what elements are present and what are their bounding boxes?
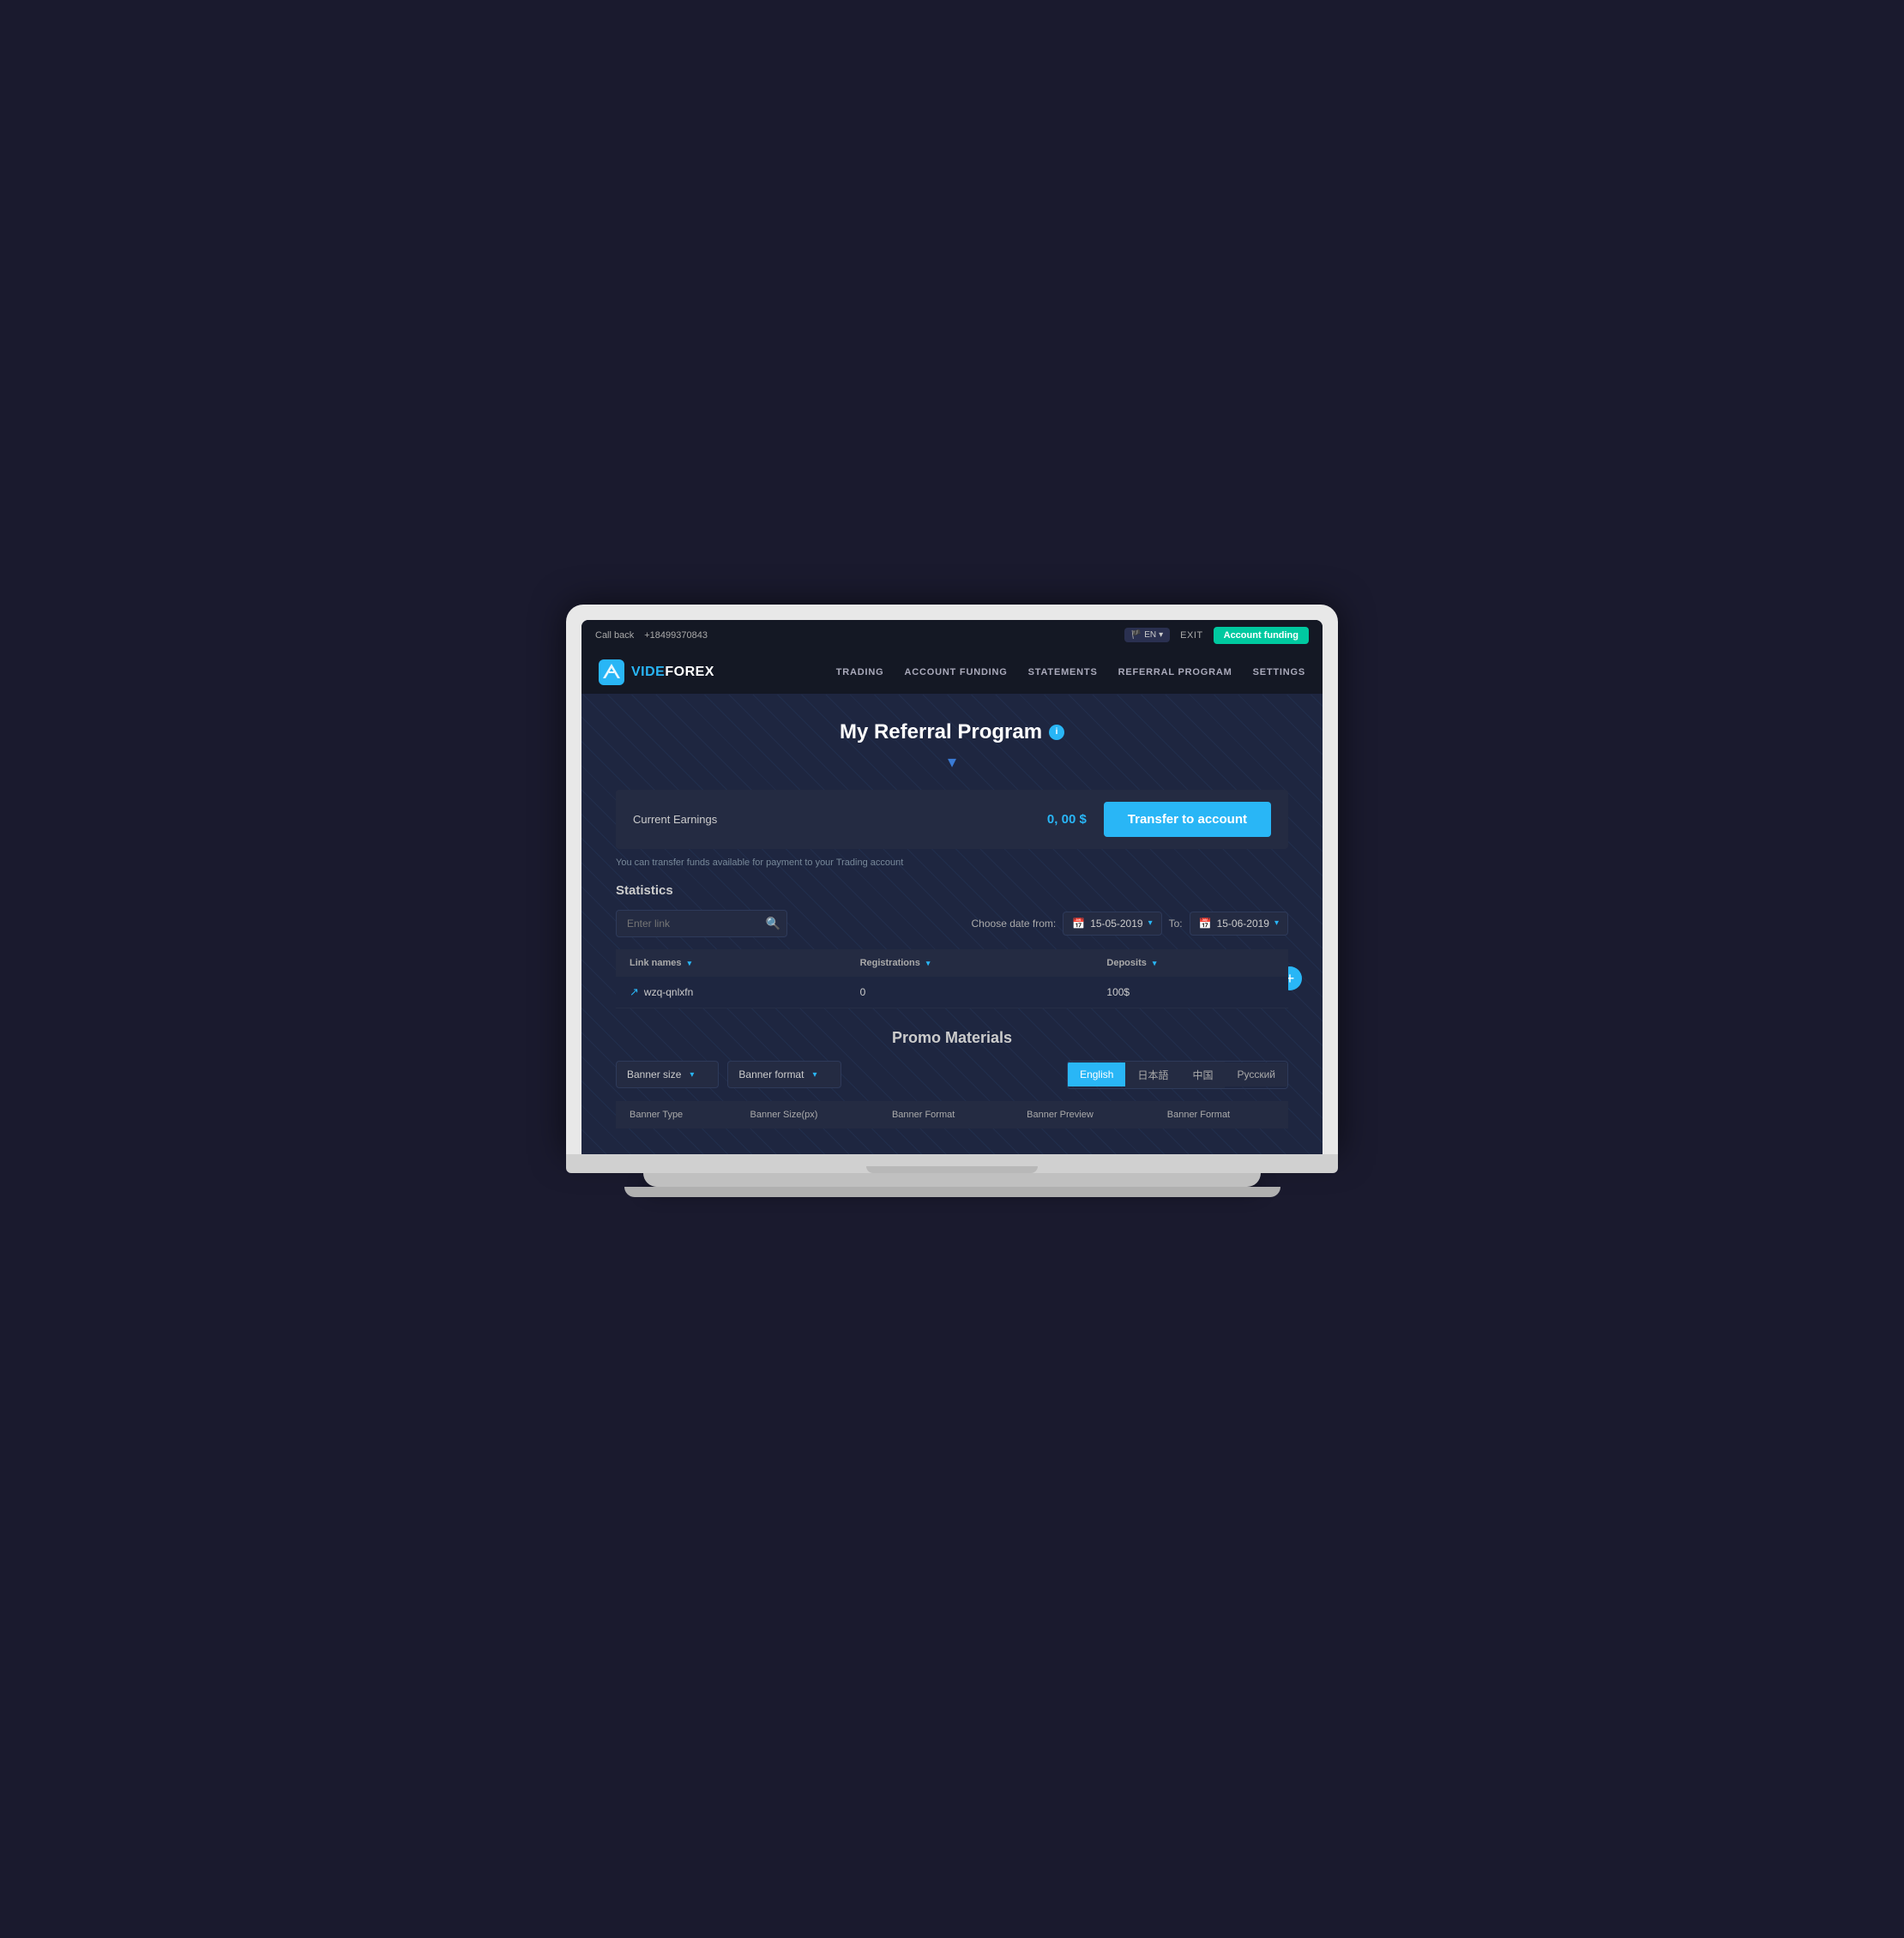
laptop-wrapper: Call back +18499370843 🏴 EN ▾ EXIT Accou…: [566, 605, 1338, 1197]
stats-table: Link names ▾ Registrations ▾ Deposits ▾: [616, 949, 1288, 1008]
cell-deposits: 100$: [1093, 977, 1288, 1008]
filters-row: 🔍 Choose date from: 📅 15-05-2019 ▾ To:: [616, 910, 1288, 937]
cell-link: ↗ wzq-qnlxfn: [616, 977, 847, 1008]
date-from-arrow-icon: ▾: [1148, 918, 1153, 928]
account-funding-button[interactable]: Account funding: [1214, 627, 1309, 644]
page-title-text: My Referral Program: [840, 720, 1042, 744]
page-title-area: My Referral Program i ▾: [616, 720, 1288, 773]
nav-bar: VIDEFOREX TRADING ACCOUNT FUNDING STATEM…: [581, 651, 1323, 695]
date-filters: Choose date from: 📅 15-05-2019 ▾ To: 📅 1…: [972, 912, 1288, 936]
phone-number: +18499370843: [644, 630, 708, 641]
calendar-to-icon: 📅: [1199, 918, 1212, 930]
col-deposits[interactable]: Deposits ▾: [1093, 949, 1288, 977]
col-link-names[interactable]: Link names ▾: [616, 949, 847, 977]
exit-button[interactable]: EXIT: [1180, 630, 1202, 641]
top-bar-left: Call back +18499370843: [595, 630, 708, 641]
sort-arrow-dep: ▾: [1153, 959, 1157, 967]
banner-header-row: Banner Type Banner Size(px) Banner Forma…: [616, 1101, 1288, 1128]
nav-links: TRADING ACCOUNT FUNDING STATEMENTS REFER…: [836, 667, 1305, 677]
link-cell: ↗ wzq-qnlxfn: [630, 985, 833, 999]
banner-format-label: Banner format: [738, 1068, 804, 1080]
search-icon-button[interactable]: 🔍: [766, 916, 780, 930]
nav-settings[interactable]: SETTINGS: [1253, 667, 1305, 677]
page-content: My Referral Program i ▾ Current Earnings…: [581, 695, 1323, 1154]
top-bar-right: 🏴 EN ▾ EXIT Account funding: [1124, 627, 1309, 644]
date-from-label: Choose date from:: [972, 918, 1057, 930]
search-wrap: 🔍: [616, 910, 787, 937]
earnings-value: 0, 00 $: [1047, 812, 1087, 827]
lang-label: EN: [1144, 630, 1156, 640]
lang-tab-english[interactable]: English: [1068, 1062, 1125, 1086]
date-from-value: 15-05-2019: [1090, 918, 1142, 930]
statistics-title: Statistics: [616, 883, 1288, 898]
stats-table-head: Link names ▾ Registrations ▾ Deposits ▾: [616, 949, 1288, 977]
banner-format-arrow-icon: ▾: [812, 1070, 816, 1080]
lang-tab-chinese[interactable]: 中国: [1180, 1062, 1225, 1088]
language-button[interactable]: 🏴 EN ▾: [1124, 628, 1170, 642]
promo-title: Promo Materials: [616, 1029, 1288, 1047]
lang-flag-icon: 🏴: [1131, 630, 1142, 640]
laptop-screen: Call back +18499370843 🏴 EN ▾ EXIT Accou…: [581, 620, 1323, 1154]
date-to-label: To:: [1169, 918, 1183, 930]
banner-table-head: Banner Type Banner Size(px) Banner Forma…: [616, 1101, 1288, 1128]
nav-account-funding[interactable]: ACCOUNT FUNDING: [904, 667, 1007, 677]
date-to-value: 15-06-2019: [1217, 918, 1269, 930]
nav-statements[interactable]: STATEMENTS: [1028, 667, 1098, 677]
col-banner-format: Banner Format: [878, 1101, 1013, 1128]
banner-format-dropdown[interactable]: Banner format ▾: [727, 1061, 841, 1088]
banner-size-arrow-icon: ▾: [690, 1070, 694, 1080]
laptop-bezel: Call back +18499370843 🏴 EN ▾ EXIT Accou…: [566, 605, 1338, 1154]
earnings-label: Current Earnings: [633, 813, 1047, 826]
promo-filters: Banner size ▾ Banner format ▾ English 日本…: [616, 1061, 1288, 1089]
page-title: My Referral Program i: [616, 720, 1288, 744]
col-banner-size: Banner Size(px): [737, 1101, 878, 1128]
logo-icon: [599, 659, 624, 685]
top-bar: Call back +18499370843 🏴 EN ▾ EXIT Accou…: [581, 620, 1323, 651]
sort-arrow-reg: ▾: [926, 959, 931, 967]
date-from-selector[interactable]: 📅 15-05-2019 ▾: [1063, 912, 1161, 936]
nav-referral[interactable]: REFERRAL PROGRAM: [1118, 667, 1232, 677]
banner-size-dropdown[interactable]: Banner size ▾: [616, 1061, 719, 1088]
lang-chevron-icon: ▾: [1159, 630, 1163, 640]
banner-table: Banner Type Banner Size(px) Banner Forma…: [616, 1101, 1288, 1128]
banner-size-label: Banner size: [627, 1068, 681, 1080]
sort-arrow-link: ▾: [688, 959, 692, 967]
col-registrations[interactable]: Registrations ▾: [847, 949, 1094, 977]
lang-tab-japanese[interactable]: 日本語: [1125, 1062, 1180, 1088]
date-to-arrow-icon: ▾: [1274, 918, 1279, 928]
logo-forex: FOREX: [665, 665, 714, 679]
nav-trading[interactable]: TRADING: [836, 667, 884, 677]
promo-materials-section: Promo Materials Banner size ▾ Banner for…: [616, 1029, 1288, 1128]
cell-registrations: 0: [847, 977, 1094, 1008]
lang-tab-russian[interactable]: Русский: [1225, 1062, 1287, 1086]
logo-area: VIDEFOREX: [599, 659, 714, 685]
statistics-section: Statistics 🔍 Choose date from: 📅 15-05-2…: [616, 883, 1288, 1008]
calendar-icon: 📅: [1072, 918, 1085, 930]
stats-header-row: Link names ▾ Registrations ▾ Deposits ▾: [616, 949, 1288, 977]
date-to-selector[interactable]: 📅 15-06-2019 ▾: [1190, 912, 1288, 936]
link-name: wzq-qnlxfn: [644, 986, 693, 998]
language-tabs: English 日本語 中国 Русский: [1067, 1061, 1288, 1089]
laptop-foot: [624, 1187, 1280, 1197]
chevron-down-icon: ▾: [616, 751, 1288, 773]
search-input[interactable]: [616, 910, 787, 937]
info-icon[interactable]: i: [1049, 725, 1064, 740]
col-banner-format-2: Banner Format: [1154, 1101, 1288, 1128]
laptop-stand: [643, 1173, 1261, 1187]
table-row: ↗ wzq-qnlxfn 0 100$: [616, 977, 1288, 1008]
transfer-to-account-button[interactable]: Transfer to account: [1104, 802, 1271, 837]
laptop-base: [566, 1154, 1338, 1173]
logo-text: VIDEFOREX: [631, 665, 714, 680]
link-arrow-icon: ↗: [630, 985, 639, 999]
transfer-note: You can transfer funds available for pay…: [616, 858, 1288, 868]
stats-table-body: ↗ wzq-qnlxfn 0 100$: [616, 977, 1288, 1008]
earnings-row: Current Earnings 0, 00 $ Transfer to acc…: [616, 790, 1288, 849]
stats-table-wrapper: Link names ▾ Registrations ▾ Deposits ▾: [616, 949, 1288, 1008]
col-banner-type: Banner Type: [616, 1101, 737, 1128]
callback-label: Call back: [595, 630, 634, 641]
logo-vide: VIDE: [631, 665, 665, 679]
col-banner-preview: Banner Preview: [1013, 1101, 1154, 1128]
